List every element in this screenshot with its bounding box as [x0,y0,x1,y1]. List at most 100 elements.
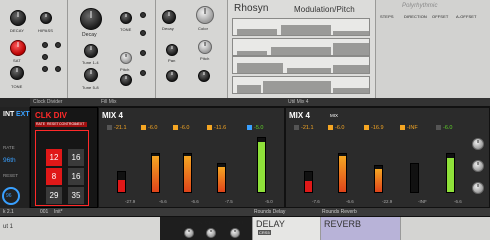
left-tab[interactable]: k 2.1 [3,209,14,215]
tune-1-4-knob[interactable] [84,44,98,58]
pan-knob[interactable] [166,44,178,56]
ch2-bottom: -6.6 [159,199,167,204]
jack[interactable] [140,12,146,18]
ch-indicator [364,125,369,130]
direction-knob[interactable] [184,228,194,238]
decay-label: DECAY [10,28,24,33]
jack[interactable] [55,42,61,48]
rate-label: RATE [3,145,15,150]
jack[interactable] [42,54,48,60]
sequencer-row-1[interactable] [232,18,370,36]
pitch-knob-3[interactable] [198,40,212,54]
decay-knob[interactable] [10,10,26,26]
level-meter[interactable] [374,165,383,193]
aux-knob[interactable] [120,74,132,86]
seq-step [333,43,369,55]
clk-cell[interactable]: 16 [68,168,84,185]
pan-knob[interactable] [472,138,484,150]
jack[interactable] [55,66,61,72]
ch5-bottom: -5.0 [265,199,273,204]
clock-source-panel: INT EXT RATE 96th RESET 96 [0,107,30,208]
tone-label-2: TONE [120,27,132,32]
level-meter[interactable] [446,153,455,193]
jack[interactable] [140,30,146,36]
pitch-label: Pitch [120,67,130,72]
ch3-bottom: -22.9 [382,199,393,204]
sat-knob[interactable] [10,40,26,56]
jack[interactable] [140,50,146,56]
decay-knob-3[interactable] [162,10,176,24]
ext-toggle[interactable]: EXT [16,111,30,118]
jack[interactable] [42,42,48,48]
level-meter[interactable] [117,171,126,193]
offset-knob[interactable] [230,228,240,238]
jack[interactable] [42,66,48,72]
ch5-value: -6.0 [443,125,453,131]
level-meter[interactable] [183,153,192,193]
clk-grid: 12 16 8 16 29 35 [35,130,89,206]
seq-step [333,31,369,35]
ch1-bottom: -27.9 [125,199,136,204]
level-meter[interactable] [304,171,313,193]
drum-module-panel-2: Decay TONE Tune 1-4 Tune 5-8 Pitch [68,0,156,98]
fill-mix-titlebar: Fill Mix [98,98,285,107]
mixer-2-title: MIX 4 [289,111,310,120]
ch2-value: -6.0 [335,125,345,131]
ch-indicator [207,125,212,130]
drum-module-panel-1: DECAY HIPASS SAT TONE [0,0,68,98]
tune-5-8-knob[interactable] [84,68,98,82]
preset-name[interactable]: Init* [54,209,63,215]
int-toggle[interactable]: INT [3,111,14,118]
aux-knob-4[interactable] [198,70,210,82]
polyrhythmic-panel: Polyrhythmic STEPS DIRECTION OFFSET A-OF… [376,0,490,98]
col-offset: OFFSET [432,14,449,19]
aux-knob-3[interactable] [166,70,178,82]
clk-cell[interactable]: 16 [68,149,84,166]
sequencer-row-4[interactable] [232,76,370,94]
clk-cell[interactable]: 29 [46,187,62,204]
tone-knob[interactable] [10,66,24,80]
clk-sub-reset: RESET [47,122,59,126]
ch3-value: -6.0 [180,125,190,131]
sequencer-row-3[interactable] [232,56,370,74]
steps-knob[interactable] [206,228,216,238]
right-panel [400,217,490,240]
pitch-knob[interactable] [120,52,132,64]
clock-divider-title: Clock Divider [33,99,63,105]
col-direction: DIRECTION [404,14,427,19]
ch4-value: -11.6 [214,125,227,131]
seq-step [287,68,331,73]
clk-sub-rate: RATE [36,122,46,126]
ch2-bottom: -6.6 [346,199,354,204]
mix-badge[interactable]: MIX [330,113,338,118]
level-meter[interactable] [410,163,419,193]
ch1-bottom: -7.6 [312,199,320,204]
clk-cell[interactable]: 12 [46,149,62,166]
corner-label: ut 1 [3,224,14,230]
seq-step [237,85,261,93]
tone-label: TONE [11,84,23,89]
decay-knob-large[interactable] [80,8,102,30]
level-meter[interactable] [217,163,226,193]
pan-knob[interactable] [472,182,484,194]
ch4-bottom: -7.5 [225,199,233,204]
level-meter[interactable] [338,153,347,193]
jack[interactable] [140,70,146,76]
seq-step [271,47,331,55]
col-steps: STEPS [380,14,394,19]
hipass-knob[interactable] [40,12,52,24]
tone-knob-2[interactable] [120,12,132,24]
ch3-bottom: -6.6 [191,199,199,204]
clk-cell[interactable]: 8 [46,168,62,185]
rate-value[interactable]: 96th [3,157,16,164]
util-mix-title: Util Mix 4 [288,99,309,105]
sequencer-row-2[interactable] [232,38,370,56]
clk-cell[interactable]: 35 [68,187,84,204]
color-knob[interactable] [196,6,214,24]
level-meter[interactable] [151,153,160,193]
pan-knob[interactable] [472,160,484,172]
level-meter[interactable] [257,137,266,193]
delay-titlebar: Rounds Delay [254,209,286,215]
col-direction: DIRECTION [180,220,202,225]
col-offset: OFFSET [228,220,244,225]
